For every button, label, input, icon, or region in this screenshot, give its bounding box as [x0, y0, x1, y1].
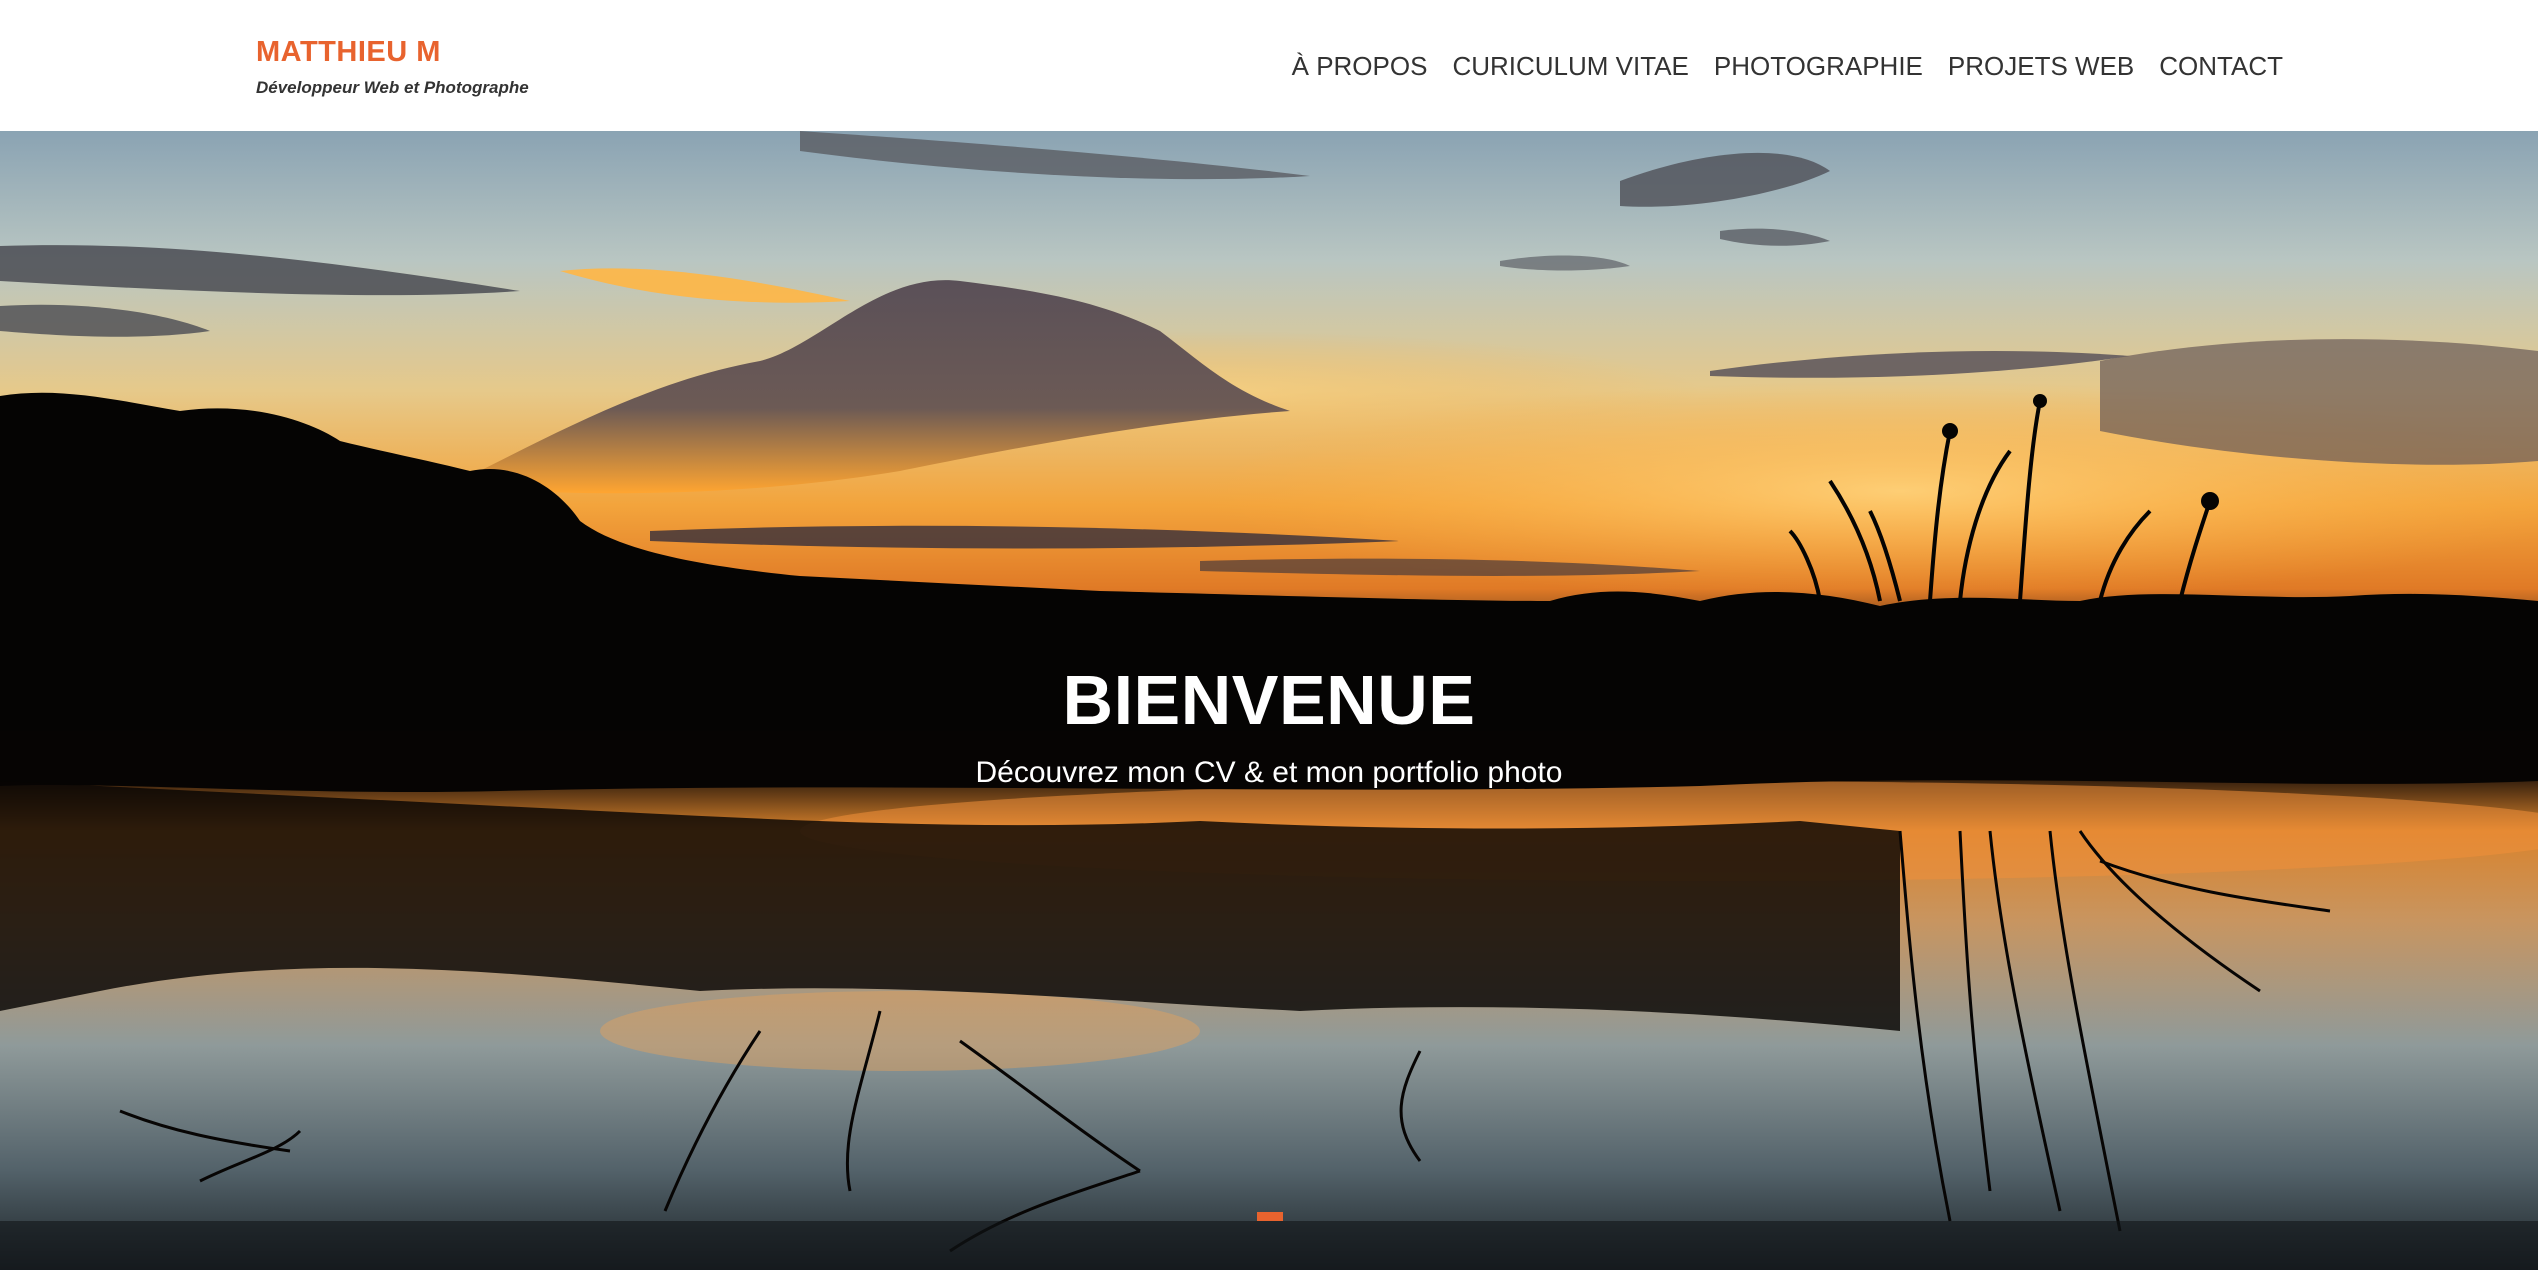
hero-title: BIENVENUE [1062, 660, 1476, 739]
nav-item-photographie[interactable]: PHOTOGRAPHIE [1714, 51, 1923, 82]
brand-tagline: Développeur Web et Photographe [256, 78, 529, 97]
brand[interactable]: MATTHIEU M Développeur Web et Photograph… [256, 32, 529, 98]
scroll-down-indicator[interactable] [1257, 1212, 1283, 1221]
hero-subtitle: Découvrez mon CV & et mon portfolio phot… [975, 756, 1563, 789]
nav-item-contact[interactable]: CONTACT [2159, 51, 2283, 82]
brand-name[interactable]: MATTHIEU M [256, 32, 529, 72]
nav-item-cv[interactable]: CURICULUM VITAE [1452, 51, 1688, 82]
hero-section: BIENVENUE Découvrez mon CV & et mon port… [0, 131, 2538, 1270]
main-nav: À PROPOS CURICULUM VITAE PHOTOGRAPHIE PR… [1292, 0, 2283, 131]
nav-item-projets-web[interactable]: PROJETS WEB [1948, 51, 2134, 82]
nav-item-a-propos[interactable]: À PROPOS [1292, 51, 1428, 82]
site-header: MATTHIEU M Développeur Web et Photograph… [0, 0, 2538, 131]
